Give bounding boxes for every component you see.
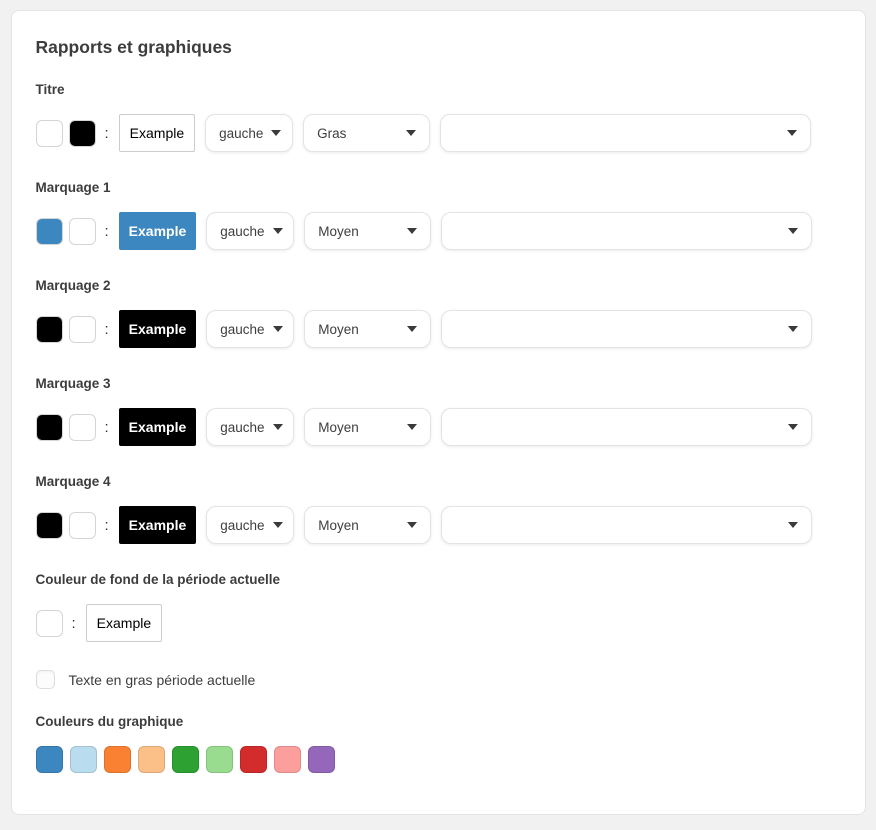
- style-example-preview: Example: [118, 506, 197, 544]
- alignment-value: gauche: [220, 419, 265, 435]
- font-weight-value: Moyen: [318, 223, 359, 239]
- chevron-down-icon: [272, 228, 283, 234]
- colon-separator: :: [104, 124, 109, 142]
- chart-color-swatch-6[interactable]: [205, 746, 233, 773]
- font-select[interactable]: [441, 310, 813, 348]
- style-example-preview: Example: [118, 408, 197, 446]
- background-color-swatch[interactable]: [35, 315, 63, 343]
- chevron-down-icon: [407, 228, 418, 234]
- font-select[interactable]: [441, 506, 813, 544]
- text-color-swatch[interactable]: [68, 217, 96, 245]
- chevron-down-icon: [788, 326, 799, 332]
- font-weight-value: Moyen: [318, 419, 359, 435]
- period-background-color-swatch[interactable]: [35, 609, 63, 637]
- chevron-down-icon: [272, 424, 283, 430]
- section-label-marquage-1: Marquage 1: [35, 180, 111, 195]
- font-select[interactable]: [441, 212, 813, 250]
- chart-color-swatch-1[interactable]: [35, 746, 63, 773]
- colon-separator: :: [104, 516, 109, 534]
- font-weight-value: Moyen: [318, 321, 359, 337]
- chevron-down-icon: [407, 424, 418, 430]
- background-color-swatch[interactable]: [35, 217, 63, 245]
- bold-current-period-checkbox[interactable]: [35, 670, 55, 689]
- period-background-row: : Example: [35, 604, 841, 642]
- marking-3-style-row: : Example gauche Moyen: [35, 408, 841, 446]
- chevron-down-icon: [788, 522, 799, 528]
- page-title: Rapports et graphiques: [35, 37, 232, 57]
- section-label-marquage-2: Marquage 2: [35, 278, 111, 293]
- section-label-chart-colors: Couleurs du graphique: [35, 714, 184, 729]
- chevron-down-icon: [271, 130, 282, 136]
- chart-color-swatch-2[interactable]: [69, 746, 97, 773]
- background-color-swatch[interactable]: [35, 413, 63, 441]
- chart-color-swatch-5[interactable]: [171, 746, 199, 773]
- alignment-value: gauche: [220, 223, 265, 239]
- background-color-swatch[interactable]: [35, 119, 63, 147]
- chevron-down-icon: [406, 130, 417, 136]
- chevron-down-icon: [787, 130, 798, 136]
- marking-4-style-row: : Example gauche Moyen: [35, 506, 841, 544]
- font-weight-select[interactable]: Moyen: [304, 506, 432, 544]
- section-label-marquage-3: Marquage 3: [35, 376, 111, 391]
- chart-color-palette: [35, 746, 841, 773]
- section-marking-2-style: Marquage 2 : Example gauche Moyen: [35, 278, 841, 348]
- section-current-period-background: Couleur de fond de la période actuelle :…: [35, 572, 841, 642]
- reports-graphics-settings-card: Rapports et graphiques Titre : Example g…: [10, 10, 866, 815]
- chevron-down-icon: [272, 522, 283, 528]
- marking-1-style-row: : Example gauche Moyen: [35, 212, 841, 250]
- style-example-preview: Example: [118, 310, 197, 348]
- bold-current-period-label: Texte en gras période actuelle: [68, 671, 256, 688]
- colon-separator: :: [71, 614, 76, 632]
- font-select[interactable]: [441, 408, 813, 446]
- section-title-style: Titre : Example gauche Gras: [35, 82, 841, 152]
- chevron-down-icon: [407, 522, 418, 528]
- text-color-swatch[interactable]: [68, 119, 96, 147]
- chart-color-swatch-8[interactable]: [273, 746, 301, 773]
- style-example-preview: Example: [118, 212, 197, 250]
- chart-color-swatch-9[interactable]: [307, 746, 335, 773]
- section-marking-3-style: Marquage 3 : Example gauche Moyen: [35, 376, 841, 446]
- chevron-down-icon: [788, 424, 799, 430]
- alignment-select[interactable]: gauche: [206, 310, 295, 348]
- colon-separator: :: [104, 418, 109, 436]
- alignment-select[interactable]: gauche: [206, 506, 295, 544]
- alignment-value: gauche: [219, 125, 264, 141]
- chart-color-swatch-4[interactable]: [137, 746, 165, 773]
- font-weight-value: Moyen: [318, 517, 359, 533]
- text-color-swatch[interactable]: [68, 413, 96, 441]
- alignment-value: gauche: [220, 517, 265, 533]
- chevron-down-icon: [272, 326, 283, 332]
- section-label-marquage-4: Marquage 4: [35, 474, 111, 489]
- font-weight-select[interactable]: Moyen: [304, 212, 432, 250]
- text-color-swatch[interactable]: [68, 511, 96, 539]
- chart-color-swatch-7[interactable]: [239, 746, 267, 773]
- colon-separator: :: [104, 222, 109, 240]
- background-color-swatch[interactable]: [35, 511, 63, 539]
- period-example-preview: Example: [85, 604, 163, 642]
- chevron-down-icon: [788, 228, 799, 234]
- font-weight-select[interactable]: Moyen: [304, 408, 432, 446]
- marking-2-style-row: : Example gauche Moyen: [35, 310, 841, 348]
- font-weight-select[interactable]: Gras: [303, 114, 431, 152]
- colon-separator: :: [104, 320, 109, 338]
- alignment-select[interactable]: gauche: [206, 408, 295, 446]
- font-weight-select[interactable]: Moyen: [304, 310, 432, 348]
- font-weight-value: Gras: [317, 125, 347, 141]
- font-select[interactable]: [440, 114, 812, 152]
- chevron-down-icon: [407, 326, 418, 332]
- text-color-swatch[interactable]: [68, 315, 96, 343]
- bold-current-period-row: Texte en gras période actuelle: [35, 670, 841, 689]
- alignment-value: gauche: [220, 321, 265, 337]
- style-example-preview: Example: [118, 114, 196, 152]
- section-label-titre: Titre: [35, 82, 65, 97]
- section-marking-4-style: Marquage 4 : Example gauche Moyen: [35, 474, 841, 544]
- section-marking-1-style: Marquage 1 : Example gauche Moyen: [35, 180, 841, 250]
- chart-color-swatch-3[interactable]: [103, 746, 131, 773]
- title-style-row: : Example gauche Gras: [35, 114, 841, 152]
- section-chart-colors: Couleurs du graphique: [35, 714, 841, 773]
- alignment-select[interactable]: gauche: [206, 212, 295, 250]
- section-label-period-background: Couleur de fond de la période actuelle: [35, 572, 281, 587]
- alignment-select[interactable]: gauche: [205, 114, 294, 152]
